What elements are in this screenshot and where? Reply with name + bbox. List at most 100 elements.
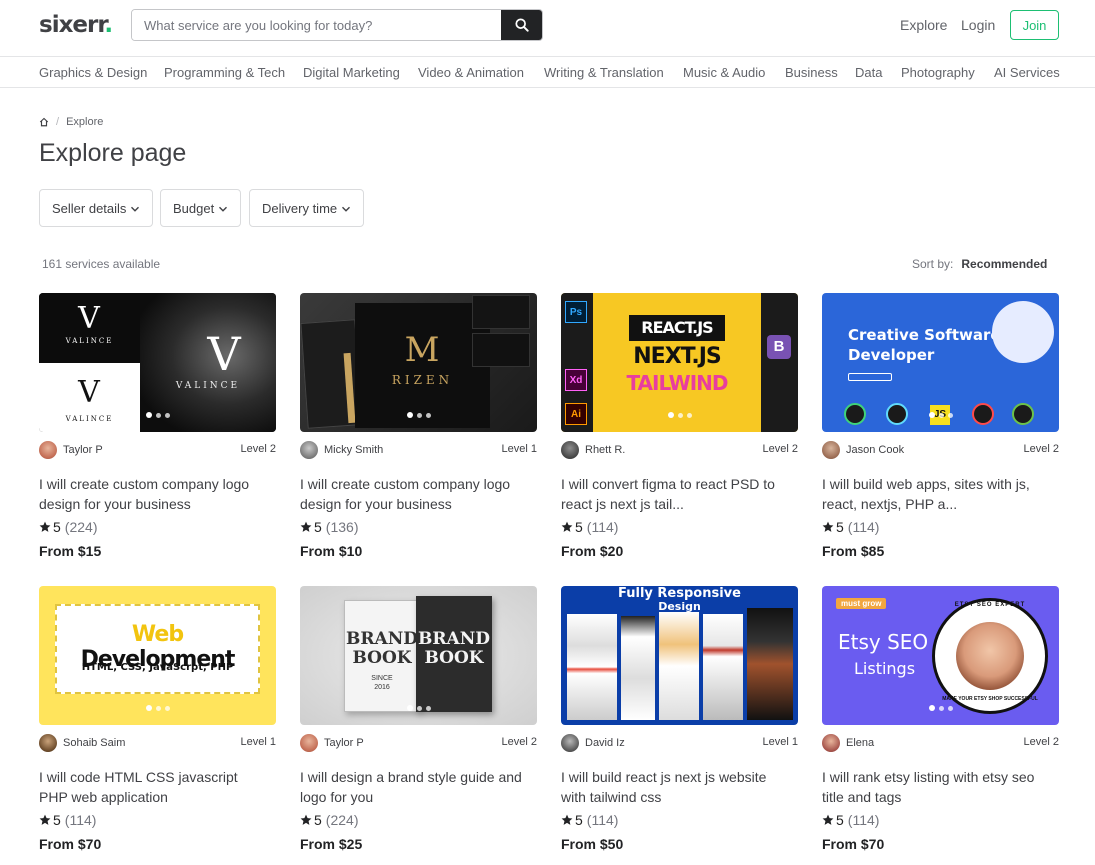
gig-rating: 5 (114) — [561, 519, 618, 535]
gig-title[interactable]: I will create custom company logo design… — [39, 474, 269, 514]
thumbnail-text: must grow — [836, 598, 887, 609]
filter-budget[interactable]: Budget — [160, 189, 242, 227]
gig-card[interactable]: must grow Etsy SEO Listings ETSY SEO EXP… — [822, 586, 1059, 865]
seller-level: Level 2 — [501, 736, 537, 748]
gig-thumbnail[interactable]: Creative Software Developer JS — [822, 293, 1059, 432]
gig-title[interactable]: I will rank etsy listing with etsy seo t… — [822, 767, 1052, 807]
results-count: 161 services available — [42, 257, 161, 271]
star-icon — [822, 814, 834, 825]
thumbnail-art: M RIZEN — [300, 293, 537, 432]
seller-info[interactable]: Elena — [822, 734, 874, 752]
gig-rating: 5 (114) — [822, 812, 879, 828]
seller-level: Level 2 — [240, 443, 276, 455]
seller-info[interactable]: Micky Smith — [300, 441, 383, 459]
gig-title[interactable]: I will convert figma to react PSD to rea… — [561, 474, 791, 514]
carousel-dots[interactable] — [406, 412, 431, 418]
carousel-dots[interactable] — [928, 412, 953, 418]
gig-rating: 5 (224) — [300, 812, 358, 828]
category-menu: Graphics & Design Programming & Tech Dig… — [0, 57, 1095, 88]
category-writing-translation[interactable]: Writing & Translation — [544, 65, 664, 80]
rating-value: 5 — [53, 519, 61, 535]
sort-control[interactable]: Sort by: Recommended — [912, 257, 1047, 271]
join-button[interactable]: Join — [1010, 10, 1059, 40]
avatar — [561, 734, 579, 752]
seller-name[interactable]: Taylor P — [324, 737, 364, 749]
seller-info[interactable]: David Iz — [561, 734, 625, 752]
gig-card[interactable]: Web Development HTML, CSS, JavaScrpt, PH… — [39, 586, 276, 865]
breadcrumb: / Explore — [39, 116, 103, 128]
seller-info[interactable]: Taylor P — [39, 441, 103, 459]
gig-title[interactable]: I will build react js next js website wi… — [561, 767, 791, 807]
gig-rating: 5 (114) — [561, 812, 618, 828]
seller-name[interactable]: Jason Cook — [846, 444, 904, 456]
sort-value[interactable]: Recommended — [961, 257, 1047, 271]
gig-title[interactable]: I will code HTML CSS javascript PHP web … — [39, 767, 269, 807]
top-header: sixerr. Explore Login Join — [0, 0, 1095, 57]
carousel-dots[interactable] — [667, 412, 692, 418]
filter-label: Seller details — [52, 200, 127, 216]
gig-card[interactable]: Ps Xd Ai B REACT.JS NEXT.JS TAILWIND Rhe… — [561, 293, 798, 573]
gig-card[interactable]: BRAND BOOK SINCE 2016 BRAND BOOK Taylor … — [300, 586, 537, 865]
filter-seller-details[interactable]: Seller details — [39, 189, 154, 227]
gig-thumbnail[interactable]: Ps Xd Ai B REACT.JS NEXT.JS TAILWIND — [561, 293, 798, 432]
gig-thumbnail[interactable]: BRAND BOOK SINCE 2016 BRAND BOOK — [300, 586, 537, 725]
category-programming-tech[interactable]: Programming & Tech — [164, 65, 285, 80]
category-digital-marketing[interactable]: Digital Marketing — [303, 65, 400, 80]
seller-name[interactable]: David Iz — [585, 737, 625, 749]
star-icon — [300, 521, 312, 532]
seller-level: Level 1 — [762, 736, 798, 748]
gig-title[interactable]: I will build web apps, sites with js, re… — [822, 474, 1052, 514]
gig-thumbnail[interactable]: Fully Responsive Design — [561, 586, 798, 725]
nav-explore[interactable]: Explore — [900, 17, 947, 33]
avatar — [561, 441, 579, 459]
carousel-dots[interactable] — [406, 705, 431, 711]
seller-info[interactable]: Taylor P — [300, 734, 364, 752]
breadcrumb-separator: / — [56, 116, 60, 128]
category-graphics-design[interactable]: Graphics & Design — [39, 65, 147, 80]
review-count: (114) — [847, 812, 880, 828]
gig-card[interactable]: V VALINCE V VALINCE V VALINCE Taylor P L… — [39, 293, 276, 573]
seller-info[interactable]: Sohaib Saim — [39, 734, 125, 752]
thumbnail-text: Web — [131, 622, 184, 647]
carousel-dots[interactable] — [145, 705, 170, 711]
filter-delivery-time[interactable]: Delivery time — [249, 189, 365, 227]
review-count: (114) — [847, 519, 880, 535]
seller-name[interactable]: Taylor P — [63, 444, 103, 456]
gig-title[interactable]: I will create custom company logo design… — [300, 474, 530, 514]
thumbnail-text: BRAND — [346, 629, 418, 649]
seller-info[interactable]: Rhett R. — [561, 441, 625, 459]
gig-card[interactable]: M RIZEN Micky Smith Level 1 I will creat… — [300, 293, 537, 573]
avatar — [822, 441, 840, 459]
home-icon[interactable] — [39, 117, 49, 127]
seller-name[interactable]: Micky Smith — [324, 444, 383, 456]
carousel-dots[interactable] — [145, 412, 170, 418]
thumbnail-text: 2016 — [374, 684, 390, 691]
logo[interactable]: sixerr. — [39, 12, 113, 38]
seller-info[interactable]: Jason Cook — [822, 441, 904, 459]
gig-title[interactable]: I will design a brand style guide and lo… — [300, 767, 530, 807]
category-business[interactable]: Business — [785, 65, 838, 80]
category-ai-services[interactable]: AI Services — [994, 65, 1060, 80]
thumbnail-text: SINCE — [371, 675, 393, 682]
search-button[interactable] — [501, 10, 542, 40]
thumbnail-text: Developer — [848, 346, 935, 364]
seller-name[interactable]: Rhett R. — [585, 444, 625, 456]
gig-thumbnail[interactable]: must grow Etsy SEO Listings ETSY SEO EXP… — [822, 586, 1059, 725]
gig-price: From $10 — [300, 543, 363, 559]
category-music-audio[interactable]: Music & Audio — [683, 65, 765, 80]
avatar — [39, 734, 57, 752]
category-video-animation[interactable]: Video & Animation — [418, 65, 524, 80]
category-data[interactable]: Data — [855, 65, 882, 80]
gig-card[interactable]: Creative Software Developer JS Jason Coo… — [822, 293, 1059, 573]
seller-name[interactable]: Sohaib Saim — [63, 737, 125, 749]
carousel-dots[interactable] — [928, 705, 953, 711]
category-photography[interactable]: Photography — [901, 65, 975, 80]
gig-thumbnail[interactable]: V VALINCE V VALINCE V VALINCE — [39, 293, 276, 432]
nav-login[interactable]: Login — [961, 17, 995, 33]
gig-thumbnail[interactable]: M RIZEN — [300, 293, 537, 432]
gig-card[interactable]: Fully Responsive Design David Iz Level 1… — [561, 586, 798, 865]
thumbnail-text: Listings — [854, 659, 916, 678]
seller-name[interactable]: Elena — [846, 737, 874, 749]
gig-thumbnail[interactable]: Web Development HTML, CSS, JavaScrpt, PH… — [39, 586, 276, 725]
search-input[interactable] — [132, 10, 502, 40]
